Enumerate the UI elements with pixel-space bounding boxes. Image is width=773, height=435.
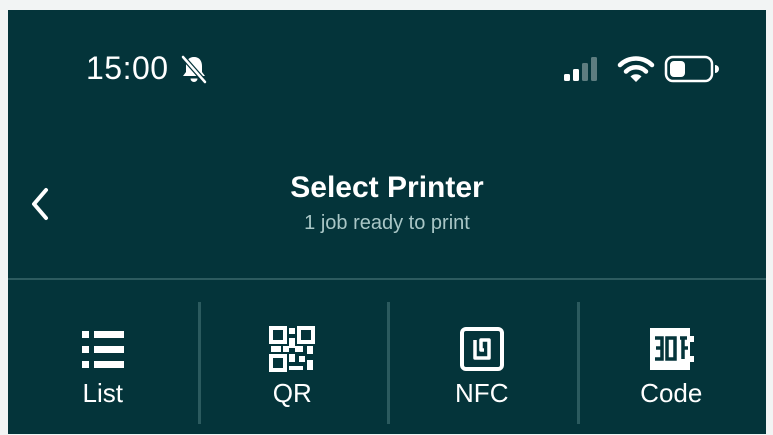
tab-nfc[interactable]: NFC <box>387 280 577 434</box>
bell-slash-icon <box>181 55 207 84</box>
tab-qr[interactable]: QR <box>197 280 388 434</box>
cellular-signal-icon <box>564 57 597 81</box>
page-subtitle: 1 job ready to print <box>304 212 470 234</box>
tab-label-nfc: NFC <box>455 378 509 408</box>
tab-separator <box>576 302 580 424</box>
code-icon <box>650 328 695 370</box>
status-time: 15:00 <box>86 50 169 86</box>
nfc-icon <box>459 327 504 371</box>
tab-bar: List QR NFC Code <box>8 280 766 434</box>
list-icon <box>81 331 124 368</box>
app-screen: 15:00 Select Printer 1 job ready to prin… <box>8 10 766 434</box>
tab-label-code: Code <box>640 378 703 408</box>
tab-label-qr: QR <box>272 378 312 408</box>
tab-code[interactable]: Code <box>576 280 767 434</box>
page-title: Select Printer <box>290 171 484 204</box>
tab-separator <box>197 302 201 424</box>
tab-separator <box>387 302 390 424</box>
tab-label-list: List <box>82 378 123 408</box>
battery-icon <box>664 55 719 83</box>
tab-list[interactable]: List <box>8 280 198 434</box>
qr-code-icon <box>269 326 316 372</box>
wifi-icon <box>617 56 655 82</box>
